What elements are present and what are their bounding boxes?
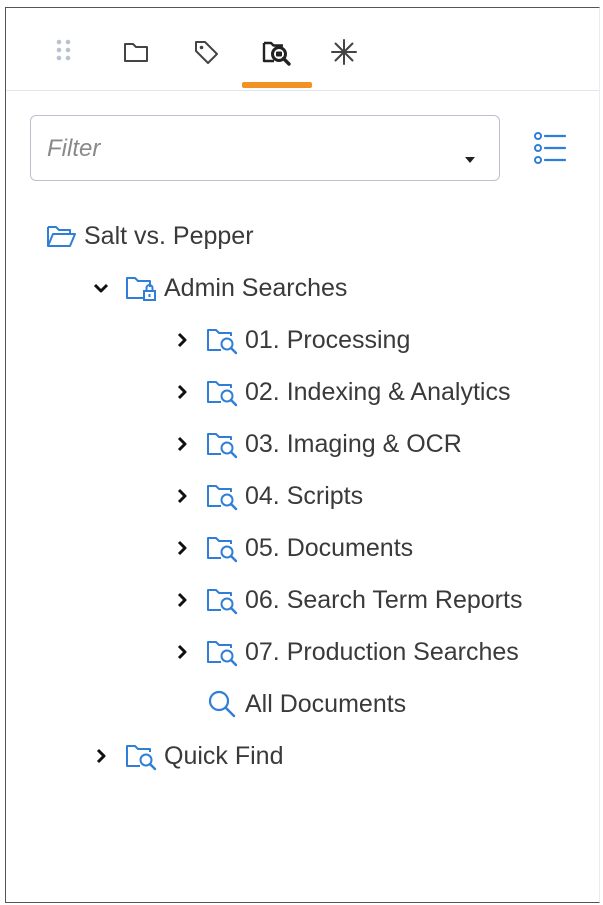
open-folder-icon	[44, 219, 78, 253]
search-folder-icon	[205, 323, 239, 357]
tree-node-production-searches[interactable]: 07. Production Searches	[171, 630, 519, 674]
tree-node-imaging-ocr[interactable]: 03. Imaging & OCR	[171, 422, 462, 466]
tree-node-label: 02. Indexing & Analytics	[245, 378, 511, 406]
chevron-right-icon[interactable]	[171, 578, 193, 622]
search-folder-icon	[205, 427, 239, 461]
tree-node-label: 04. Scripts	[245, 482, 364, 510]
search-folder-icon	[124, 739, 158, 773]
tree-node-label: Salt vs. Pepper	[84, 222, 254, 250]
grip-dots-icon[interactable]	[46, 34, 82, 70]
tree-node-label: 07. Production Searches	[245, 638, 519, 666]
search-icon	[205, 687, 239, 721]
tree-node-scripts[interactable]: 04. Scripts	[171, 474, 363, 518]
saved-searches-tab-icon[interactable]	[259, 34, 295, 70]
tree-node-label: Quick Find	[164, 742, 284, 770]
panel-toolbar	[6, 8, 599, 91]
chevron-down-icon[interactable]	[90, 266, 112, 310]
chevron-right-icon[interactable]	[171, 526, 193, 570]
search-folder-icon	[205, 531, 239, 565]
chevron-right-icon[interactable]	[171, 630, 193, 674]
chevron-right-icon[interactable]	[171, 474, 193, 518]
tree-node-indexing-analytics[interactable]: 02. Indexing & Analytics	[171, 370, 510, 414]
chevron-right-icon[interactable]	[171, 370, 193, 414]
active-tab-indicator	[242, 82, 312, 88]
filter-dropdown[interactable]	[30, 115, 500, 182]
locked-folder-icon	[124, 271, 158, 305]
folder-icon[interactable]	[118, 34, 154, 70]
tree-node-label: 01. Processing	[245, 326, 411, 354]
tree-node-documents[interactable]: 05. Documents	[171, 526, 413, 570]
search-folder-icon	[205, 583, 239, 617]
tree-node-label: 03. Imaging & OCR	[245, 430, 462, 458]
chevron-right-icon[interactable]	[90, 734, 112, 778]
browser-panel: Salt vs. Pepper Admin Searches 01. Proce…	[5, 7, 600, 903]
tree-node-search-term-reports[interactable]: 06. Search Term Reports	[171, 578, 522, 622]
caret-down-icon[interactable]	[465, 157, 475, 163]
search-folder-icon	[205, 375, 239, 409]
filter-input[interactable]	[45, 116, 449, 182]
asterisk-icon[interactable]	[326, 34, 362, 70]
list-view-icon[interactable]	[530, 128, 570, 168]
tree-node-processing[interactable]: 01. Processing	[171, 318, 410, 362]
search-folder-icon	[205, 479, 239, 513]
tag-icon[interactable]	[188, 34, 224, 70]
tree-node-label: Admin Searches	[164, 274, 348, 302]
tree-node-all-documents[interactable]: All Documents	[205, 682, 406, 726]
tree-node-root[interactable]: Salt vs. Pepper	[44, 214, 254, 258]
tree-node-quick-find[interactable]: Quick Find	[90, 734, 283, 778]
tree-node-label: All Documents	[245, 690, 407, 718]
search-folder-icon	[205, 635, 239, 669]
tree-node-label: 05. Documents	[245, 534, 414, 562]
chevron-right-icon[interactable]	[171, 422, 193, 466]
chevron-right-icon[interactable]	[171, 318, 193, 362]
tree-node-admin-searches[interactable]: Admin Searches	[90, 266, 347, 310]
tree-node-label: 06. Search Term Reports	[245, 586, 523, 614]
